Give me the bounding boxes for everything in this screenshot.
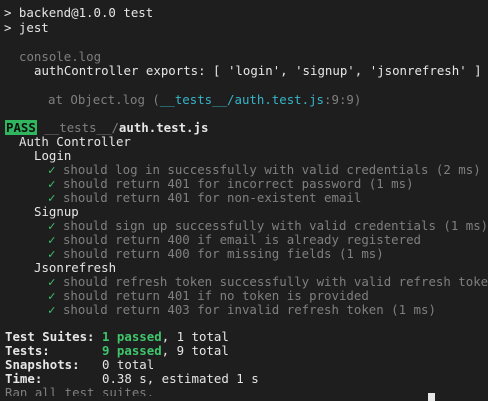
check-icon: ✓	[48, 232, 56, 247]
summary-suites-label: Test Suites:	[5, 329, 95, 344]
test-case: ✓ should return 403 for invalid refresh …	[48, 302, 436, 318]
prompt-line-2: > jest	[4, 20, 49, 35]
test-case-label: should sign up successfully with valid c…	[62, 218, 488, 233]
stack-trace-suffix: :9:9)	[324, 92, 362, 107]
check-icon: ✓	[48, 274, 56, 289]
terminal-window[interactable]: > backend@1.0.0 test > jest console.log …	[0, 0, 488, 401]
test-file-name: auth.test.js	[118, 120, 209, 135]
test-case-label: should log in successfully with valid cr…	[62, 162, 481, 177]
test-file-dir: __tests__/	[44, 120, 119, 135]
check-icon: ✓	[48, 246, 56, 261]
terminal-cursor	[428, 393, 435, 401]
test-case-label: should return 401 if no token is provide…	[62, 288, 369, 303]
stack-trace-line: at Object.log (__tests__/auth.test.js:9:…	[48, 92, 362, 108]
test-case-label: should return 401 for incorrect password…	[62, 176, 414, 191]
check-icon: ✓	[48, 218, 56, 233]
console-log-message: authController exports: [ 'login', 'sign…	[34, 63, 482, 78]
summary-suites-passed: 1 passed	[102, 329, 162, 344]
check-icon: ✓	[48, 162, 56, 177]
check-icon: ✓	[48, 176, 56, 191]
test-case-label: should refresh token successfully with v…	[62, 274, 488, 289]
test-case-label: should return 403 for invalid refresh to…	[62, 302, 436, 317]
check-icon: ✓	[48, 302, 56, 317]
summary-tests-total: , 9 total	[161, 343, 229, 358]
stack-trace-prefix: at Object.log (	[48, 92, 160, 107]
summary-suites-total: , 1 total	[161, 329, 229, 344]
test-case: ✓ should return 401 for non-existent ema…	[48, 190, 362, 206]
summary-tests-label: Tests:	[5, 343, 50, 358]
test-case-label: should return 400 if email is already re…	[62, 232, 422, 247]
pass-badge: PASS	[5, 120, 37, 135]
summary-tests-passed: 9 passed	[101, 343, 162, 358]
test-case-label: should return 400 for missing fields (1 …	[62, 246, 384, 261]
summary-time-value: 0.38 s, estimated 1 s	[102, 371, 259, 386]
prompt-line-1: > backend@1.0.0 test	[4, 5, 154, 20]
stack-trace-file-link[interactable]: __tests__/auth.test.js	[160, 92, 324, 107]
summary-time-label: Time:	[5, 371, 43, 386]
summary-snapshots-label: Snapshots:	[5, 357, 80, 372]
summary-snapshots-value: 0 total	[102, 357, 155, 372]
check-icon: ✓	[48, 190, 56, 205]
check-icon: ✓	[48, 288, 56, 303]
scroll-cutoff	[0, 396, 488, 401]
test-case-label: should return 401 for non-existent email	[62, 190, 362, 205]
